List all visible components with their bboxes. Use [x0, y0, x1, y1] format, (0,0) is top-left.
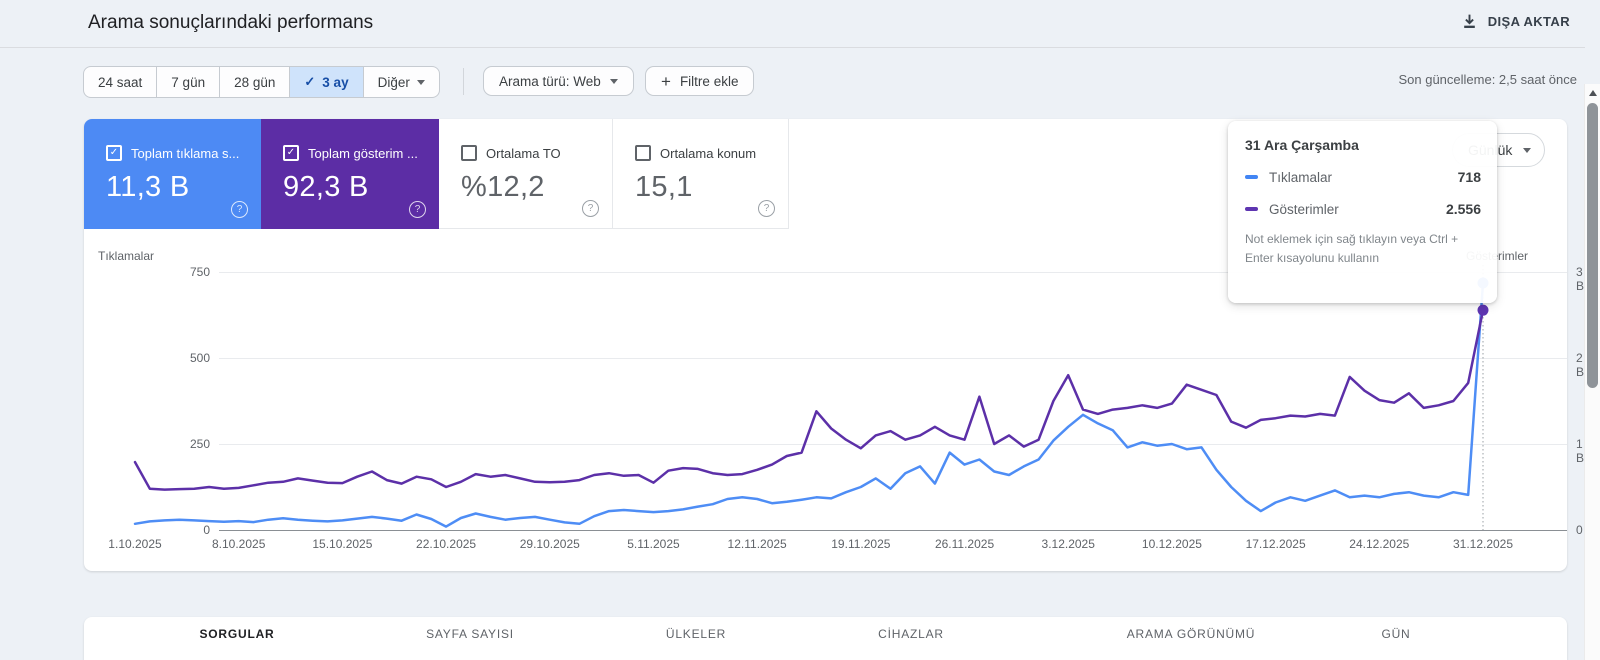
- metric-value: %12,2: [461, 171, 545, 204]
- export-button[interactable]: DIŞA AKTAR: [1461, 13, 1570, 30]
- range-chip-label: 7 gün: [171, 75, 205, 90]
- metric-label: Ortalama TO: [486, 146, 561, 161]
- help-icon[interactable]: ?: [758, 200, 775, 217]
- search-type-label: Arama türü: Web: [499, 74, 601, 89]
- tab-sorgular[interactable]: SORGULAR: [199, 627, 274, 641]
- help-icon[interactable]: ?: [582, 200, 599, 217]
- y-tick-label-right: 1 B: [1576, 437, 1584, 465]
- g-sterimler-line: [135, 310, 1483, 489]
- tooltip-row-value: 2.556: [1446, 201, 1481, 217]
- date-range-chip-group: 24 saat 7 gün 28 gün ✓ 3 ay Diğer: [83, 66, 440, 98]
- y-tick-label-right: 2 B: [1576, 351, 1584, 379]
- range-chip-label: 3 ay: [322, 75, 348, 90]
- last-update-text: Son güncelleme: 2,5 saat önce: [1398, 72, 1577, 87]
- search-type-dropdown[interactable]: Arama türü: Web: [483, 66, 634, 96]
- metric-label: Toplam tıklama s...: [131, 146, 239, 161]
- chevron-down-icon: [1523, 148, 1531, 153]
- tooltip-row-label: Tıklamalar: [1269, 170, 1332, 185]
- metric-checkbox-row: ✓ Toplam tıklama s...: [106, 145, 239, 161]
- filterbar-separator: [463, 68, 464, 95]
- page-title: Arama sonuçlarındaki performans: [88, 12, 373, 34]
- range-chip-label: 28 gün: [234, 75, 275, 90]
- metric-checkbox[interactable]: ✓: [106, 145, 122, 161]
- download-icon: [1461, 13, 1478, 30]
- tooltip-date: 31 Ara Çarşamba: [1245, 137, 1481, 153]
- help-icon[interactable]: ?: [231, 201, 248, 218]
- metric-value: 15,1: [635, 171, 693, 204]
- impressions-point: [1478, 305, 1489, 316]
- chevron-down-icon: [417, 80, 425, 85]
- check-icon: ✓: [304, 74, 315, 90]
- tab-ci-hazlar[interactable]: CİHAZLAR: [878, 627, 944, 641]
- tooltip-row-value: 718: [1458, 169, 1481, 185]
- metric-label: Toplam gösterim ...: [308, 146, 418, 161]
- metric-checkbox[interactable]: [461, 145, 477, 161]
- scrollbar-thumb[interactable]: [1587, 103, 1598, 388]
- range-chip-label: 24 saat: [98, 75, 142, 90]
- help-icon[interactable]: ?: [409, 201, 426, 218]
- t-klamalar-line: [135, 283, 1483, 527]
- metric-tile-ortalama-konum[interactable]: Ortalama konum 15,1?: [613, 119, 789, 229]
- tab-sayfa-sayisi[interactable]: SAYFA SAYISI: [426, 627, 514, 641]
- chart-tooltip: 31 Ara Çarşamba Tıklamalar 718 Gösterimler…: [1228, 121, 1497, 303]
- tooltip-row-label: Gösterimler: [1269, 202, 1339, 217]
- add-filter-button[interactable]: + Filtre ekle: [645, 66, 754, 96]
- tooltip-note: Not eklemek için sağ tıklayın veya Ctrl …: [1245, 230, 1485, 268]
- tooltip-row-t-klamalar: Tıklamalar 718: [1245, 169, 1481, 185]
- range-chip-3-ay[interactable]: ✓ 3 ay: [289, 67, 362, 97]
- range-chip-7-g-n[interactable]: 7 gün: [156, 67, 219, 97]
- plus-icon: +: [661, 73, 671, 90]
- tooltip-row-g-sterimler: Gösterimler 2.556: [1245, 201, 1481, 217]
- range-chip-di-er[interactable]: Diğer: [363, 67, 439, 97]
- metric-value: 11,3 B: [106, 171, 190, 204]
- scroll-up-arrow-icon[interactable]: [1589, 90, 1597, 96]
- legend-dash-icon: [1245, 207, 1258, 211]
- header-divider: [0, 47, 1585, 48]
- metric-tiles: ✓ Toplam tıklama s... 11,3 B? ✓ Toplam göste…: [84, 119, 789, 229]
- metric-checkbox-row: Ortalama konum: [635, 145, 756, 161]
- scrollbar[interactable]: [1584, 84, 1600, 660]
- add-filter-label: Filtre ekle: [680, 74, 739, 89]
- export-label: DIŞA AKTAR: [1488, 14, 1570, 29]
- chevron-down-icon: [610, 79, 618, 84]
- metric-checkbox[interactable]: [635, 145, 651, 161]
- dimension-tabs-card: SORGULAR SAYFA SAYISI ÜLKELER CİHAZLAR ARAMA…: [84, 617, 1567, 660]
- y-tick-label-right: 0: [1576, 523, 1583, 537]
- metric-tile-ortalama-to[interactable]: Ortalama TO %12,2?: [439, 119, 613, 229]
- range-chip-28-g-n[interactable]: 28 gün: [219, 67, 289, 97]
- metric-checkbox[interactable]: ✓: [283, 145, 299, 161]
- tab-lkeler[interactable]: ÜLKELER: [666, 627, 726, 641]
- metric-label: Ortalama konum: [660, 146, 756, 161]
- metric-tile-toplam-t-klama-s[interactable]: ✓ Toplam tıklama s... 11,3 B?: [84, 119, 261, 229]
- range-chip-24-saat[interactable]: 24 saat: [84, 67, 156, 97]
- tab-arama-g-r-n-m[interactable]: ARAMA GÖRÜNÜMÜ: [1127, 627, 1256, 641]
- range-chip-label: Diğer: [378, 75, 410, 90]
- metric-value: 92,3 B: [283, 171, 369, 204]
- metric-checkbox-row: ✓ Toplam gösterim ...: [283, 145, 418, 161]
- metric-tile-toplam-g-sterim[interactable]: ✓ Toplam gösterim ... 92,3 B?: [261, 119, 439, 229]
- y-tick-label-right: 3 B: [1576, 265, 1584, 293]
- metric-checkbox-row: Ortalama TO: [461, 145, 561, 161]
- legend-dash-icon: [1245, 175, 1258, 179]
- tab-g-n[interactable]: GÜN: [1381, 627, 1410, 641]
